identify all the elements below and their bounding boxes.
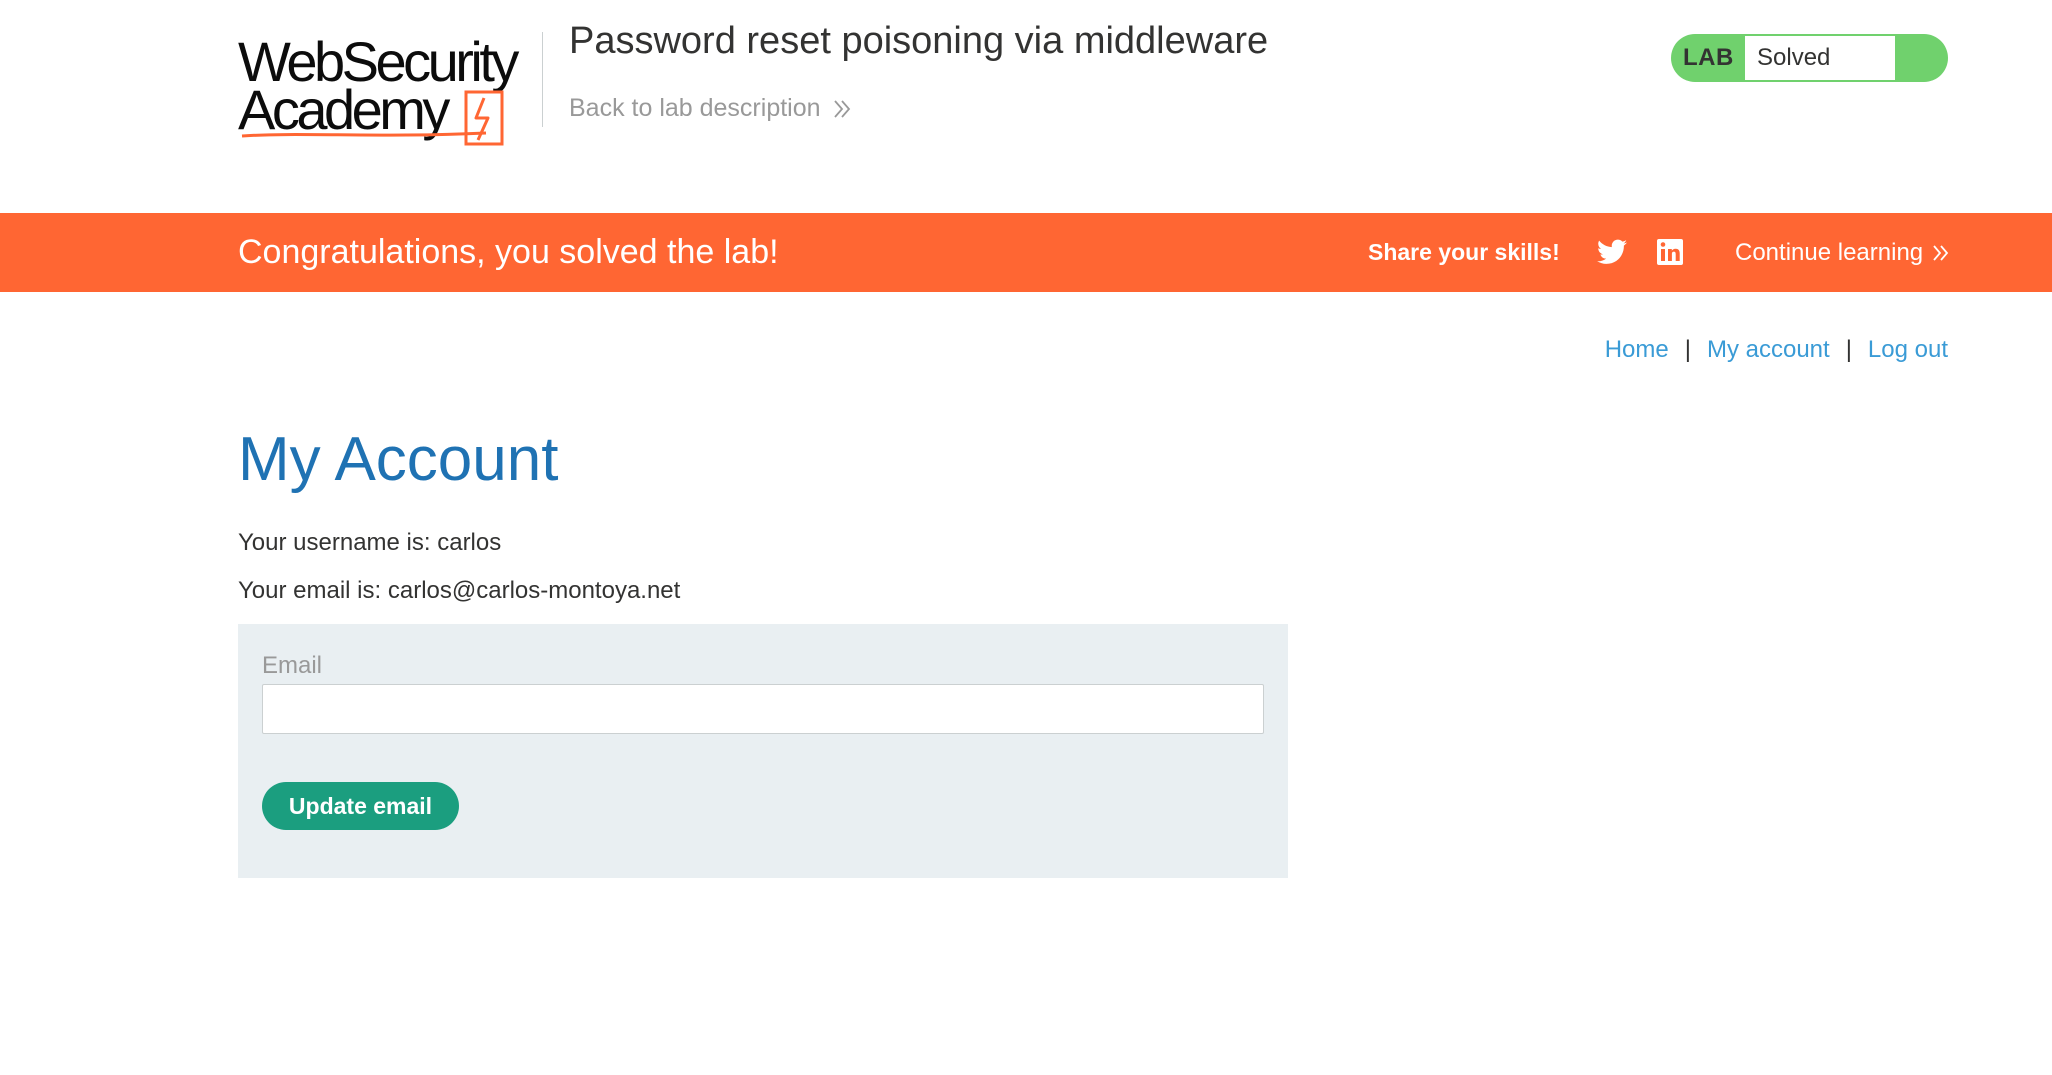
email-field-label: Email — [262, 652, 323, 679]
back-to-lab-description-link[interactable]: Back to lab description — [569, 94, 853, 123]
lab-status-text: Solved — [1745, 36, 1895, 80]
email-field[interactable] — [262, 684, 1264, 734]
nav-log-out-link[interactable]: Log out — [1868, 336, 1948, 364]
double-chevron-right-icon — [833, 99, 850, 118]
lab-title: Password reset poisoning via middleware — [569, 20, 1269, 62]
solved-banner: Congratulations, you solved the lab! Sha… — [0, 213, 2052, 292]
continue-learning-label: Continue learning — [1735, 239, 1924, 266]
back-link-label: Back to lab description — [569, 94, 821, 122]
continue-learning-link[interactable]: Continue learning — [1735, 213, 1951, 292]
double-chevron-right-icon — [1933, 244, 1949, 261]
lab-status-widget: LAB Solved — [1671, 34, 1948, 82]
share-skills-label: Share your skills! — [1368, 239, 1560, 265]
nav-separator: | — [1684, 336, 1691, 363]
logo-underline-icon — [241, 131, 487, 138]
nav-my-account-link[interactable]: My account — [1707, 336, 1830, 364]
page-title: My Account — [238, 425, 559, 494]
top-navigation: Home | My account | Log out — [1605, 336, 1948, 364]
twitter-icon[interactable] — [1597, 238, 1627, 266]
linkedin-icon[interactable] — [1656, 238, 1684, 266]
nav-separator: | — [1845, 336, 1852, 363]
lab-status-tag: LAB — [1683, 44, 1734, 71]
header: WebSecurity Academy Password reset poiso… — [0, 0, 2052, 213]
email-info: Your email is: carlos@carlos-montoya.net — [238, 577, 681, 604]
nav-home-link[interactable]: Home — [1605, 336, 1669, 364]
update-email-button[interactable]: Update email — [262, 782, 459, 830]
congratulations-message: Congratulations, you solved the lab! — [238, 233, 779, 271]
header-divider — [542, 32, 543, 127]
change-email-form: Email Update email — [238, 624, 1288, 878]
username-info: Your username is: carlos — [238, 529, 502, 556]
web-security-academy-logo[interactable]: WebSecurity Academy — [238, 28, 538, 146]
